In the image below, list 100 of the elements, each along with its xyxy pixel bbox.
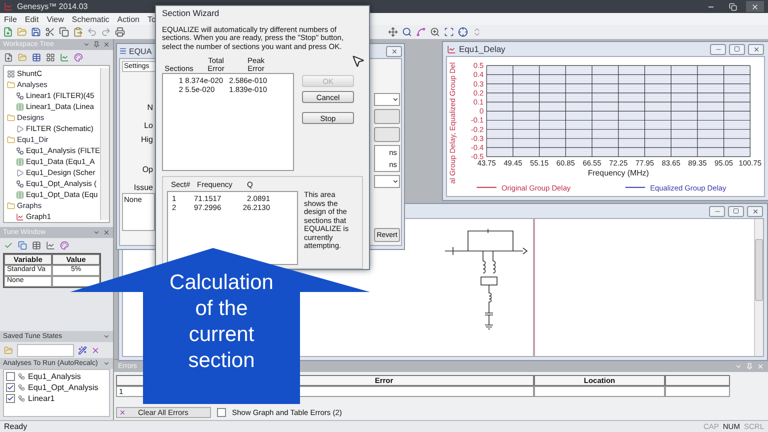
- triangle-icon: [16, 168, 24, 176]
- window-title: Equ1_Delay: [459, 44, 506, 54]
- minimize-button[interactable]: [710, 44, 726, 54]
- dropdown-icon[interactable]: [103, 333, 110, 340]
- new-file-icon[interactable]: [4, 53, 13, 62]
- dropdown[interactable]: [374, 93, 400, 106]
- input-field[interactable]: [17, 344, 74, 356]
- table-cell: [52, 276, 100, 287]
- menu-item[interactable]: Schematic: [72, 14, 110, 24]
- folder-icon: [7, 136, 15, 144]
- app-logo-icon: [4, 2, 13, 11]
- table-icon[interactable]: [32, 53, 41, 62]
- minimize-button[interactable]: [709, 206, 725, 216]
- button[interactable]: [374, 109, 400, 124]
- close-button[interactable]: [386, 46, 402, 56]
- copy-icon[interactable]: [18, 241, 27, 250]
- mouse-cursor-icon: [351, 54, 365, 68]
- table-cell: [665, 386, 730, 397]
- scan-icon[interactable]: [444, 27, 454, 37]
- grid-icon[interactable]: [46, 53, 55, 62]
- maximize-button[interactable]: [729, 44, 745, 54]
- dropdown-icon[interactable]: [93, 229, 100, 236]
- checkbox[interactable]: [6, 383, 15, 392]
- column-header: [665, 375, 730, 386]
- close-icon[interactable]: [103, 41, 110, 48]
- button[interactable]: [374, 127, 400, 142]
- printer-icon[interactable]: [115, 27, 125, 37]
- legend-line: [624, 186, 646, 188]
- field-label: Lo: [143, 121, 154, 130]
- menu-item[interactable]: View: [46, 14, 64, 24]
- folder-icon: [7, 114, 15, 122]
- close-button[interactable]: [747, 206, 763, 216]
- nodes-icon: [16, 146, 24, 154]
- close-icon: [752, 46, 760, 52]
- nodes-icon: [18, 373, 25, 380]
- menu-icon[interactable]: [119, 47, 127, 55]
- analysis-label: Linear1: [28, 394, 55, 403]
- redo-icon[interactable]: [101, 27, 111, 37]
- wand-icon[interactable]: [78, 346, 87, 354]
- checkbox[interactable]: [217, 408, 226, 417]
- nodes-icon: [16, 180, 24, 188]
- chart-icon[interactable]: [60, 53, 69, 62]
- delete-icon[interactable]: [91, 346, 100, 354]
- triangle-icon: [16, 124, 24, 132]
- x-icon: [119, 409, 126, 416]
- close-button[interactable]: [748, 44, 764, 54]
- dialog-title: Section Wizard: [162, 6, 220, 20]
- nodes-icon: [18, 384, 25, 391]
- caret-icon: [392, 178, 399, 185]
- curve-icon[interactable]: [416, 27, 426, 37]
- menu-item[interactable]: Action: [117, 14, 140, 24]
- analysis-label: Equ1_Analysis: [28, 372, 81, 381]
- paste-icon[interactable]: [73, 27, 83, 37]
- checkbox[interactable]: [6, 372, 15, 381]
- field-label: Op: [141, 165, 154, 174]
- grid-icon: [7, 70, 15, 78]
- close-icon[interactable]: [103, 229, 110, 236]
- close-icon: [752, 208, 758, 214]
- restore-icon: [729, 2, 737, 10]
- nodes-icon: [18, 395, 25, 402]
- window-title: Genesys™ 2014.03: [17, 2, 89, 11]
- palette-icon[interactable]: [74, 53, 83, 62]
- checkbox[interactable]: [6, 394, 15, 403]
- status-text: Ready: [4, 422, 28, 431]
- field-label: N: [146, 103, 154, 112]
- maximize-icon: [733, 208, 739, 214]
- legend-line: [476, 186, 498, 188]
- chart-icon: [447, 44, 456, 54]
- new-file-icon[interactable]: [3, 27, 13, 37]
- table-icon: [16, 102, 24, 110]
- table-icon: [16, 190, 24, 198]
- save-icon[interactable]: [31, 27, 41, 37]
- pin-icon[interactable]: [93, 41, 100, 48]
- menu-item[interactable]: File: [4, 14, 17, 24]
- check-icon[interactable]: [4, 241, 13, 250]
- move-icon[interactable]: [388, 27, 398, 37]
- maximize-icon: [734, 46, 740, 52]
- chart-icon[interactable]: [46, 241, 55, 250]
- search-icon[interactable]: [402, 27, 412, 37]
- copy-icon[interactable]: [59, 27, 69, 37]
- table-icon[interactable]: [32, 241, 41, 250]
- table-icon: [16, 158, 24, 166]
- menu-item[interactable]: Edit: [24, 14, 39, 24]
- crosshair-icon[interactable]: [458, 27, 468, 37]
- dropdown[interactable]: [374, 175, 400, 188]
- scissors-icon[interactable]: [45, 27, 55, 37]
- field-label: Hig: [140, 135, 154, 144]
- x-axis-title: Frequency (MHz): [588, 168, 649, 178]
- nodes-icon: [16, 92, 24, 100]
- chart-icon: [16, 212, 24, 220]
- zoom-in-icon[interactable]: [430, 27, 440, 37]
- palette-icon[interactable]: [60, 241, 69, 250]
- close-icon: [390, 48, 398, 54]
- dropdown-icon[interactable]: [83, 41, 90, 48]
- folder-icon: [7, 80, 15, 88]
- dropdown-icon[interactable]: [103, 360, 110, 367]
- field-label: Issue: [132, 183, 154, 192]
- caret-icon: [392, 96, 399, 103]
- maximize-button[interactable]: [728, 206, 744, 216]
- undo-icon[interactable]: [87, 27, 97, 37]
